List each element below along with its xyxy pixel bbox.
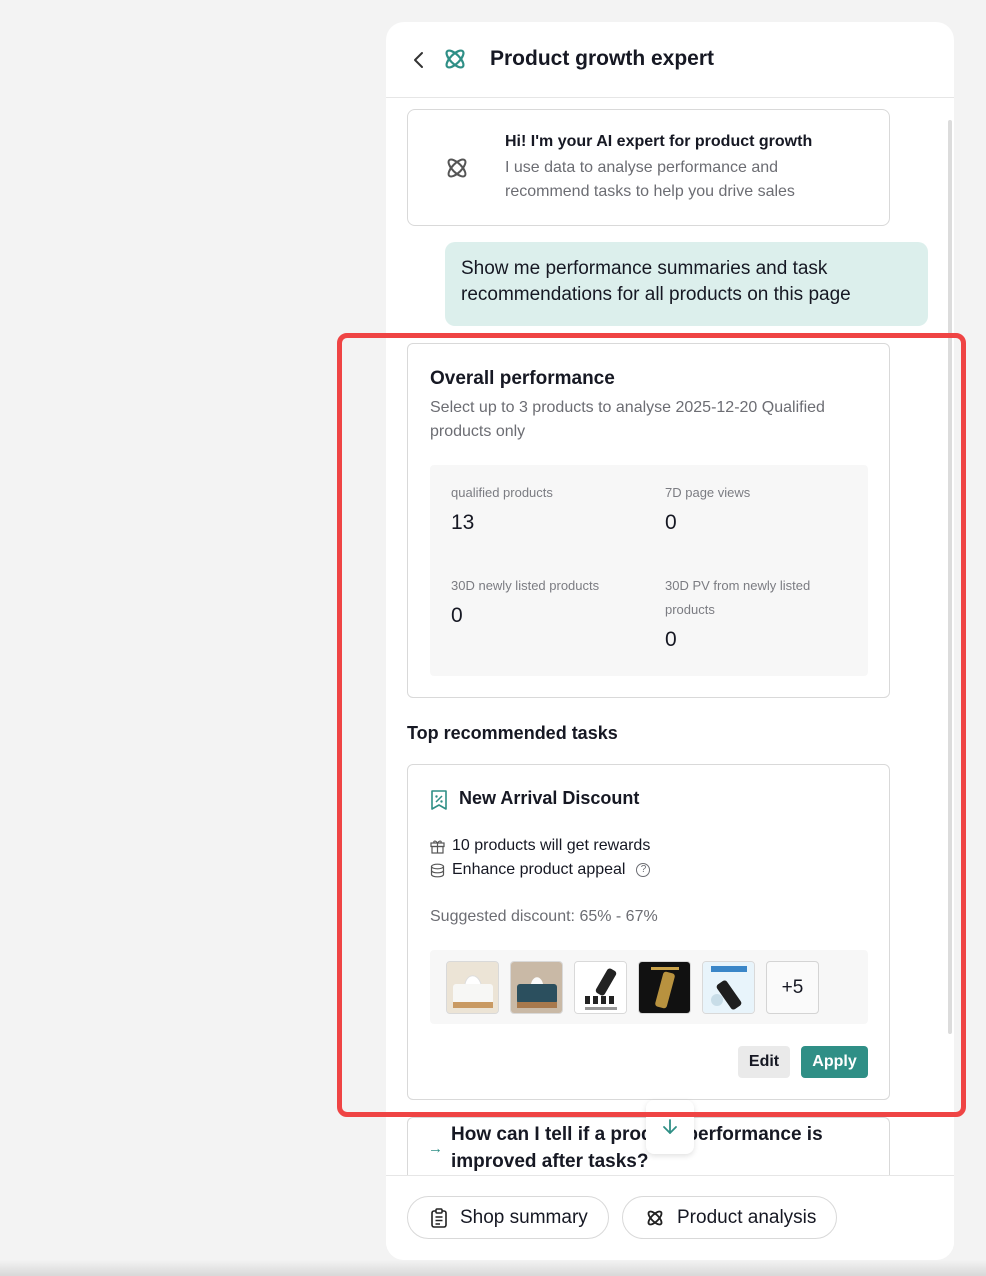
stat-label: 30D PV from newly listed products: [665, 578, 811, 617]
chat-panel: Product growth expert Hi! I'm your AI ex…: [386, 22, 954, 1260]
atom-icon: [447, 158, 467, 178]
clipboard-icon: [431, 1207, 447, 1228]
task-title: New Arrival Discount: [459, 788, 640, 808]
hair-clipper-image: [575, 962, 626, 1013]
performance-title: Overall performance: [430, 368, 615, 389]
user-message-bubble: Show me performance summaries and task r…: [445, 242, 928, 326]
chip-label: Product analysis: [677, 1206, 817, 1228]
intro-card: Hi! I'm your AI expert for product growt…: [407, 109, 890, 226]
page-title: Product growth expert: [490, 47, 715, 70]
stat-newly-listed-products: 30D newly listed products 0: [451, 574, 641, 628]
suggested-discount: Suggested discount: 65% - 67%: [430, 908, 658, 925]
chevron-left-icon: [414, 52, 423, 68]
window-bottom-edge: [0, 1260, 986, 1276]
product-thumbnails: +5: [430, 950, 868, 1024]
arrow-right-icon: →: [428, 1140, 443, 1157]
atom-icon: [647, 1210, 663, 1225]
stat-7d-page-views: 7D page views 0: [665, 481, 855, 535]
stat-value: 0: [451, 604, 463, 627]
stat-label: 30D newly listed products: [451, 578, 600, 593]
gift-icon: [430, 840, 445, 854]
help-icon[interactable]: ?: [636, 863, 651, 877]
hair-clipper-image: [703, 962, 754, 1013]
stat-qualified-products: qualified products 13: [451, 481, 641, 535]
product-thumbnail[interactable]: [702, 961, 755, 1014]
product-thumbnail[interactable]: [574, 961, 627, 1014]
rewards-line: 10 products will get rewards: [430, 837, 650, 855]
chip-label: Shop summary: [460, 1206, 588, 1228]
performance-card: Overall performance Select up to 3 produ…: [407, 343, 890, 698]
edit-button[interactable]: Edit: [738, 1046, 790, 1078]
intro-title: Hi! I'm your AI expert for product growt…: [505, 133, 813, 150]
stat-value: 13: [451, 511, 475, 534]
atom-logo-icon: [445, 49, 465, 69]
performance-subtitle: Select up to 3 products to analyse 2025-…: [430, 399, 825, 440]
stat-value: 0: [665, 511, 677, 534]
panel-header: Product growth expert: [386, 22, 954, 98]
apply-button[interactable]: Apply: [801, 1046, 868, 1078]
discount-tag-icon: [431, 790, 447, 810]
scroll-down-button[interactable]: [646, 1100, 694, 1154]
suggestion-footer: Shop summary Product analysis: [386, 1175, 954, 1260]
appeal-line: Enhance product appeal ?: [430, 861, 651, 879]
recommended-tasks-title: Top recommended tasks: [407, 723, 618, 743]
stat-label: qualified products: [451, 485, 553, 500]
product-analysis-chip[interactable]: Product analysis: [622, 1196, 838, 1239]
back-button[interactable]: [408, 48, 430, 72]
tissue-box-image: [447, 962, 498, 1013]
stat-value: 0: [665, 628, 677, 651]
product-thumbnail[interactable]: [638, 961, 691, 1014]
tissue-box-image: [511, 962, 562, 1013]
coins-icon: [430, 863, 445, 877]
hair-clipper-image: [639, 962, 690, 1013]
product-thumbnail[interactable]: [446, 961, 499, 1014]
stat-label: 7D page views: [665, 485, 751, 500]
more-products-count[interactable]: +5: [766, 961, 819, 1014]
task-card: New Arrival Discount 10 products will ge…: [407, 764, 890, 1100]
appeal-text: Enhance product appeal: [452, 861, 626, 878]
stats-grid: qualified products 13 7D page views 0 30…: [430, 465, 868, 676]
intro-text: I use data to analyse performance and re…: [505, 159, 795, 200]
arrow-down-icon: [663, 1119, 677, 1134]
scrollbar[interactable]: [948, 120, 952, 1034]
chat-scroll-area[interactable]: Hi! I'm your AI expert for product growt…: [386, 99, 954, 1175]
shop-summary-chip[interactable]: Shop summary: [407, 1196, 609, 1239]
stat-pv-newly-listed: 30D PV from newly listed products 0: [665, 574, 845, 652]
product-thumbnail[interactable]: [510, 961, 563, 1014]
rewards-text: 10 products will get rewards: [452, 837, 651, 854]
